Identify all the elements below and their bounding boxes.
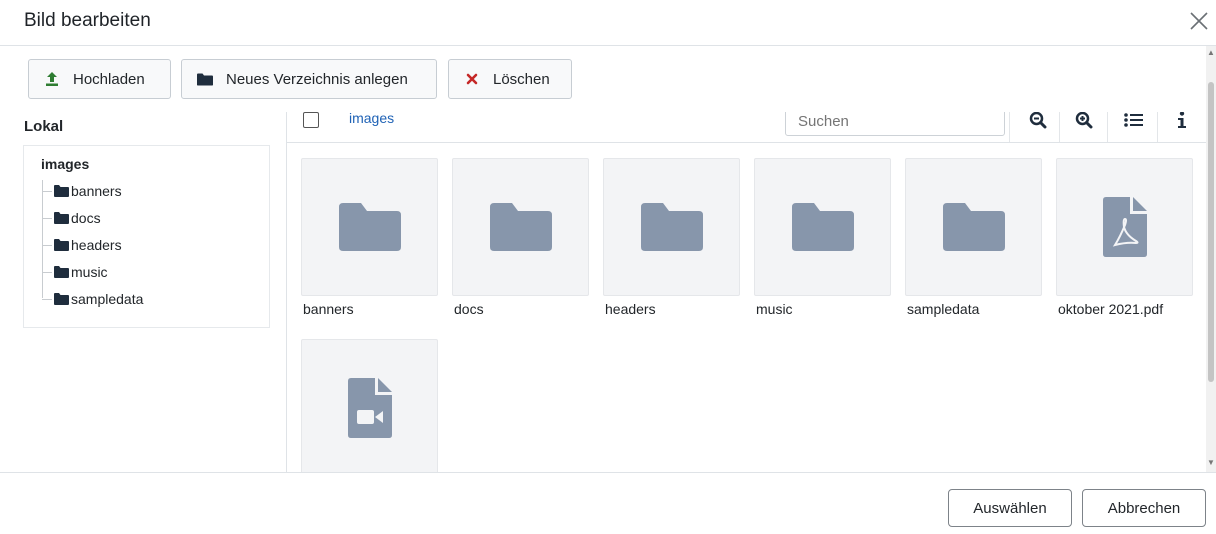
media-browser: images banners docs — [286, 106, 1206, 472]
tile-label: oktober 2021.pdf — [1058, 301, 1164, 317]
pdf-file-icon — [1057, 159, 1192, 295]
folder-tile-headers[interactable] — [603, 158, 740, 296]
file-tile-pdf[interactable] — [1056, 158, 1193, 296]
video-file-icon — [302, 340, 437, 472]
delete-icon — [463, 71, 481, 87]
folder-icon — [54, 185, 69, 197]
folder-tree: images banners docs headers music sample… — [23, 145, 270, 328]
folder-tile-banners[interactable] — [301, 158, 438, 296]
media-toolbar: Hochladen Neues Verzeichnis anlegen Lösc… — [0, 46, 1206, 112]
tile-label: banners — [303, 301, 354, 317]
new-folder-label: Neues Verzeichnis anlegen — [226, 70, 408, 88]
folder-icon — [54, 293, 69, 305]
tree-item-music[interactable]: music — [42, 263, 108, 281]
folder-icon — [755, 159, 890, 295]
delete-button[interactable]: Löschen — [448, 59, 572, 99]
select-all-checkbox[interactable] — [303, 112, 319, 128]
tree-item-label: music — [71, 264, 108, 280]
delete-label: Löschen — [493, 70, 550, 88]
dialog-footer: Auswählen Abbrechen — [0, 472, 1216, 534]
folder-icon — [54, 266, 69, 278]
select-button[interactable]: Auswählen — [948, 489, 1072, 527]
media-sidebar: Lokal images banners docs headers music … — [0, 112, 286, 472]
close-icon[interactable] — [1188, 10, 1210, 32]
tile-label: docs — [454, 301, 484, 317]
upload-button[interactable]: Hochladen — [28, 59, 171, 99]
folder-icon — [906, 159, 1041, 295]
dialog-title: Bild bearbeiten — [24, 10, 151, 31]
folder-icon — [54, 239, 69, 251]
cancel-button[interactable]: Abbrechen — [1082, 489, 1206, 527]
tree-item-headers[interactable]: headers — [42, 236, 122, 254]
browser-toolbar: images — [287, 106, 1206, 143]
tile-label: music — [756, 301, 793, 317]
tree-item-banners[interactable]: banners — [42, 182, 122, 200]
tree-item-docs[interactable]: docs — [42, 209, 101, 227]
tree-item-label: docs — [71, 210, 101, 226]
tree-root-images[interactable]: images — [41, 156, 89, 172]
tile-label: headers — [605, 301, 656, 317]
tile-label: sampledata — [907, 301, 980, 317]
tree-item-sampledata[interactable]: sampledata — [42, 290, 144, 308]
folder-icon — [196, 71, 214, 87]
dialog-header: Bild bearbeiten — [0, 0, 1216, 46]
tree-item-label: sampledata — [71, 291, 144, 307]
dialog-body: Hochladen Neues Verzeichnis anlegen Lösc… — [0, 46, 1206, 472]
scroll-thumb[interactable] — [1208, 82, 1214, 382]
folder-icon — [453, 159, 588, 295]
tree-line — [42, 180, 43, 298]
sidebar-title: Lokal — [24, 118, 64, 135]
scroll-down-arrow[interactable]: ▼ — [1207, 458, 1215, 467]
folder-tile-docs[interactable] — [452, 158, 589, 296]
file-tile-video[interactable] — [301, 339, 438, 472]
folder-tile-music[interactable] — [754, 158, 891, 296]
tree-item-label: banners — [71, 183, 122, 199]
tree-item-label: headers — [71, 237, 122, 253]
folder-icon — [604, 159, 739, 295]
folder-icon — [54, 212, 69, 224]
scrollbar[interactable]: ▲ ▼ — [1206, 46, 1216, 472]
folder-tile-sampledata[interactable] — [905, 158, 1042, 296]
new-folder-button[interactable]: Neues Verzeichnis anlegen — [181, 59, 437, 99]
upload-label: Hochladen — [73, 70, 145, 88]
folder-icon — [302, 159, 437, 295]
scroll-up-arrow[interactable]: ▲ — [1207, 48, 1215, 57]
upload-icon — [43, 71, 61, 87]
breadcrumb[interactable]: images — [349, 110, 394, 126]
